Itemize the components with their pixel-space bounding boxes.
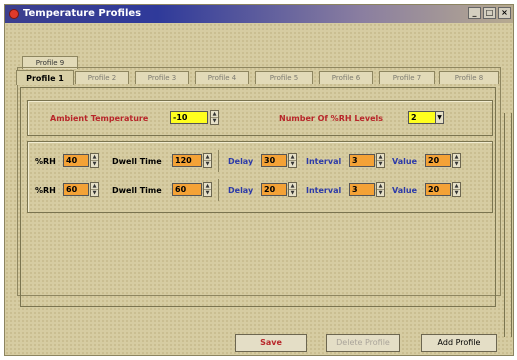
app-dot-icon — [9, 9, 19, 19]
delete-profile-button[interactable]: Delete Profile — [326, 334, 400, 352]
title-bar[interactable]: Temperature Profiles _ □ × — [5, 5, 513, 23]
save-button[interactable]: Save — [235, 334, 307, 352]
temperature-profiles-window: Temperature Profiles _ □ × Profile 9 Pro… — [4, 4, 514, 356]
tab-profile-1[interactable]: Profile 1 — [16, 70, 74, 85]
add-profile-button[interactable]: Add Profile — [421, 334, 497, 352]
close-icon[interactable]: × — [498, 7, 511, 19]
profile-content-area — [20, 87, 496, 307]
window-controls: _ □ × — [466, 7, 511, 19]
window-title: Temperature Profiles — [23, 8, 142, 19]
maximize-icon[interactable]: □ — [483, 7, 496, 19]
minimize-icon[interactable]: _ — [468, 7, 481, 19]
panel-right-edge — [504, 113, 512, 337]
